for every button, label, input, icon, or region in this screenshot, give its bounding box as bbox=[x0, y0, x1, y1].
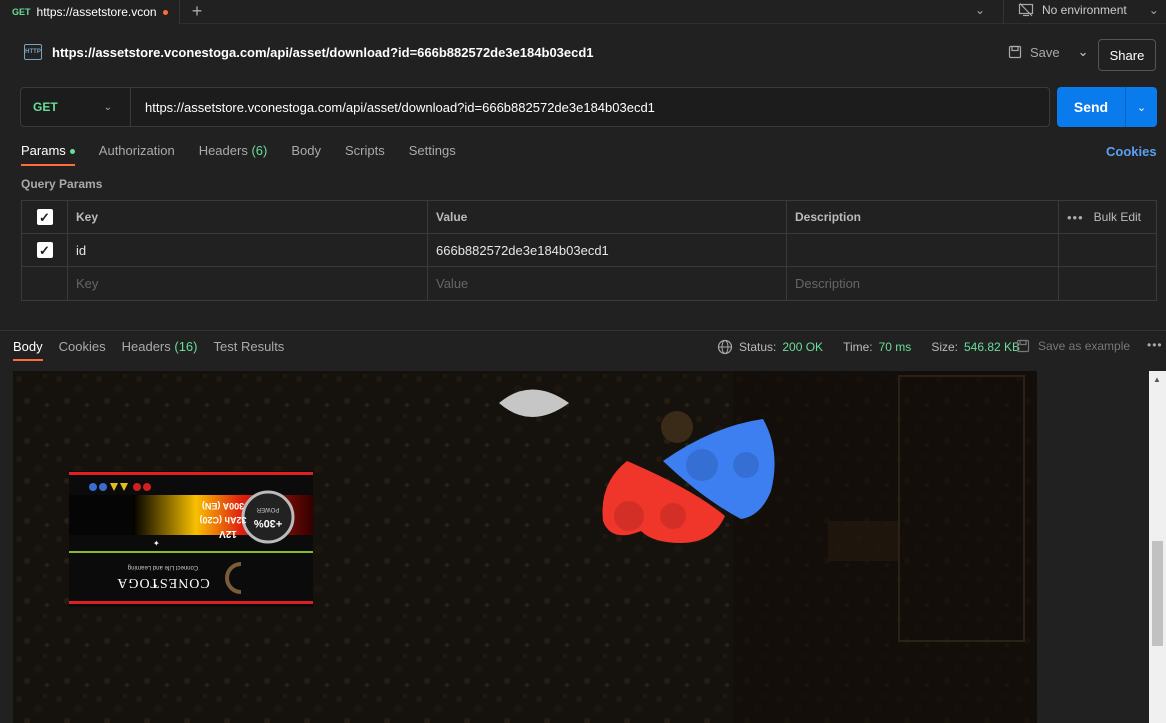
response-tab-headers[interactable]: Headers (16) bbox=[122, 339, 198, 361]
column-value: Value bbox=[428, 201, 787, 233]
tab-bar: GET https://assetstore.vconestoga.com/ap… bbox=[0, 0, 1166, 24]
row-actions-cell bbox=[1059, 234, 1156, 266]
tabs-dropdown-chevron-icon[interactable]: ⌄ bbox=[975, 3, 985, 17]
tab-body[interactable]: Body bbox=[291, 143, 321, 166]
environment-selector[interactable]: No environment ⌄ bbox=[1018, 3, 1159, 17]
cca-text: 300A (EN) bbox=[202, 501, 244, 511]
more-options-icon[interactable]: ••• bbox=[1067, 210, 1084, 225]
request-tab[interactable]: GET https://assetstore.vconestoga.com/ap… bbox=[0, 0, 180, 24]
tab-params-label: Params bbox=[21, 143, 66, 158]
select-all-checkbox[interactable]: ✓ bbox=[36, 209, 53, 225]
brand-text: CONESTOGA bbox=[116, 575, 210, 590]
more-options-icon[interactable]: ••• bbox=[1147, 338, 1163, 352]
response-tab-body[interactable]: Body bbox=[13, 339, 43, 361]
power-label: POWER bbox=[256, 506, 279, 512]
tab-title: https://assetstore.vconestoga.com/api/as… bbox=[36, 5, 157, 19]
column-key: Key bbox=[68, 201, 428, 233]
time-label: Time: bbox=[843, 340, 873, 354]
param-value[interactable]: 666b882572de3e184b03ecd1 bbox=[428, 234, 787, 266]
tagline-text: Connect Life and Learning bbox=[128, 564, 198, 570]
save-as-example-button[interactable]: Save as example bbox=[1016, 339, 1130, 353]
table-row-new: Key Value Description bbox=[22, 267, 1156, 300]
new-key-field[interactable]: Key bbox=[68, 267, 428, 300]
divider bbox=[1003, 0, 1004, 24]
query-params-title: Query Params bbox=[21, 177, 103, 191]
divider[interactable] bbox=[0, 330, 1166, 331]
table-row: ✓ id 666b882572de3e184b03ecd1 bbox=[22, 234, 1156, 267]
response-tab-test-results[interactable]: Test Results bbox=[214, 339, 285, 361]
method-label: GET bbox=[33, 100, 58, 114]
response-image-preview: +30% POWER 300A (EN) 32Ah (C20) 12V CONE… bbox=[13, 371, 1037, 723]
tab-params[interactable]: Params bbox=[21, 143, 75, 166]
bulk-edit-cell: ••• Bulk Edit bbox=[1059, 201, 1156, 233]
tab-method: GET bbox=[12, 7, 31, 17]
request-tabs: Params Authorization Headers (6) Body Sc… bbox=[21, 143, 480, 166]
table-header-row: ✓ Key Value Description ••• Bulk Edit bbox=[22, 201, 1156, 234]
capacity-text: 32Ah (C20) bbox=[199, 515, 246, 525]
params-table: ✓ Key Value Description ••• Bulk Edit ✓ … bbox=[21, 200, 1157, 301]
voltage-text: 12V bbox=[219, 528, 237, 539]
scroll-up-arrow-icon[interactable]: ▲ bbox=[1153, 375, 1161, 384]
sparkle-icon: ✦ bbox=[153, 539, 160, 548]
params-active-dot-icon bbox=[69, 149, 75, 155]
time-value[interactable]: 70 ms bbox=[879, 340, 912, 354]
save-icon bbox=[1008, 45, 1022, 59]
send-options-chevron-icon[interactable]: ⌄ bbox=[1126, 101, 1157, 114]
sparkle-icon: ✦ bbox=[153, 583, 158, 590]
response-headers-count: (16) bbox=[174, 339, 198, 354]
response-headers-label: Headers bbox=[121, 339, 171, 354]
size-value[interactable]: 546.82 KB bbox=[964, 340, 1020, 354]
save-as-example-label: Save as example bbox=[1038, 339, 1131, 353]
new-tab-button[interactable]: + bbox=[186, 0, 208, 22]
tab-scripts[interactable]: Scripts bbox=[345, 143, 385, 166]
response-tab-cookies[interactable]: Cookies bbox=[59, 339, 106, 361]
scrollbar-thumb[interactable] bbox=[1152, 541, 1163, 646]
bulk-edit-button[interactable]: Bulk Edit bbox=[1094, 210, 1141, 224]
row-actions-cell bbox=[1059, 267, 1156, 300]
http-icon: HTTP bbox=[24, 44, 42, 60]
globe-icon[interactable] bbox=[717, 339, 733, 355]
param-key[interactable]: id bbox=[68, 234, 428, 266]
request-name[interactable]: https://assetstore.vconestoga.com/api/as… bbox=[52, 45, 594, 60]
row-check-cell bbox=[22, 267, 68, 300]
response-scrollbar[interactable]: ▲ bbox=[1149, 371, 1166, 723]
tab-settings[interactable]: Settings bbox=[409, 143, 456, 166]
send-label: Send bbox=[1073, 99, 1109, 115]
select-all-cell: ✓ bbox=[22, 201, 68, 233]
new-value-field[interactable]: Value bbox=[428, 267, 787, 300]
no-environment-icon bbox=[1018, 3, 1034, 17]
param-description[interactable] bbox=[787, 234, 1059, 266]
chevron-down-icon: ⌄ bbox=[103, 101, 112, 113]
url-bar: GET ⌄ bbox=[20, 87, 1050, 127]
share-button[interactable]: Share bbox=[1098, 39, 1156, 71]
request-header: HTTP https://assetstore.vconestoga.com/a… bbox=[24, 44, 594, 60]
size-label: Size: bbox=[931, 340, 958, 354]
battery-label-graphic: +30% POWER 300A (EN) 32Ah (C20) 12V CONE… bbox=[69, 471, 313, 607]
save-button[interactable]: Save ⌄ bbox=[1008, 44, 1089, 60]
status-label: Status: bbox=[739, 340, 777, 354]
param-enabled-checkbox[interactable]: ✓ bbox=[36, 242, 53, 258]
row-check-cell: ✓ bbox=[22, 234, 68, 266]
environment-label: No environment bbox=[1042, 3, 1127, 17]
tab-authorization[interactable]: Authorization bbox=[99, 143, 175, 166]
tab-headers[interactable]: Headers (6) bbox=[199, 143, 268, 166]
tab-headers-label: Headers bbox=[198, 143, 248, 158]
new-description-field[interactable]: Description bbox=[787, 267, 1059, 300]
save-icon bbox=[1016, 339, 1030, 353]
url-input[interactable] bbox=[131, 88, 1049, 126]
status-value[interactable]: 200 OK bbox=[782, 340, 823, 354]
texture-atlas-image: +30% POWER 300A (EN) 32Ah (C20) 12V CONE… bbox=[13, 371, 1037, 723]
column-description: Description bbox=[787, 201, 1059, 233]
save-label: Save bbox=[1030, 44, 1060, 60]
chevron-down-icon: ⌄ bbox=[1148, 3, 1159, 17]
response-tabs: Body Cookies Headers (16) Test Results bbox=[13, 339, 300, 361]
unsaved-dot-icon bbox=[162, 9, 168, 15]
response-meta: Status: 200 OK Time: 70 ms Size: 546.82 … bbox=[717, 339, 1020, 355]
method-select[interactable]: GET ⌄ bbox=[21, 88, 131, 126]
headers-count: (6) bbox=[251, 143, 268, 158]
power-badge: +30% bbox=[254, 517, 283, 529]
cookies-link[interactable]: Cookies bbox=[1106, 144, 1157, 159]
save-options-chevron-icon[interactable]: ⌄ bbox=[1078, 44, 1089, 60]
send-button[interactable]: Send ⌄ bbox=[1057, 87, 1157, 127]
